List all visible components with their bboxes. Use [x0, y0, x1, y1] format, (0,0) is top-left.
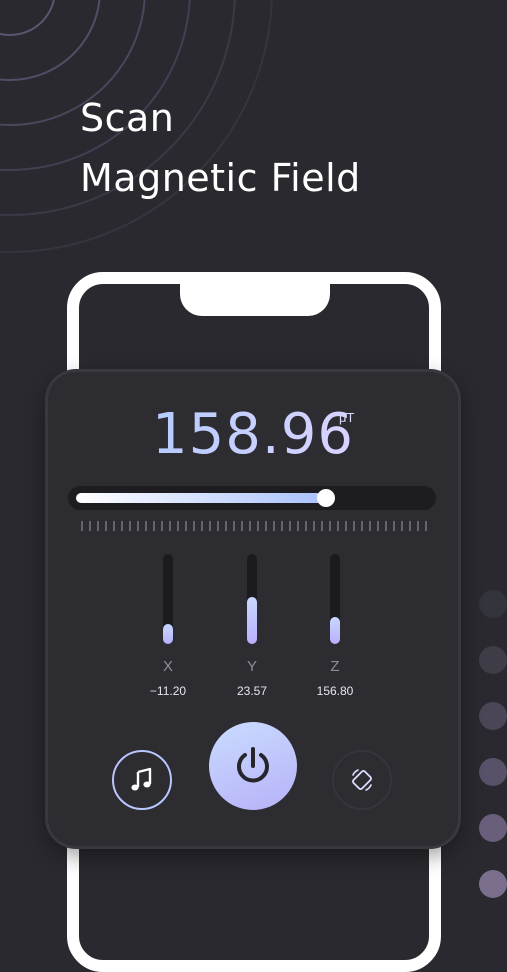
- axis-y-fill: [247, 597, 257, 644]
- dot: [479, 758, 507, 786]
- headline-line-1: Scan: [80, 96, 175, 140]
- dot: [479, 590, 507, 618]
- axis-y-bar: [247, 554, 257, 644]
- axis-x-label: X: [162, 658, 173, 675]
- rotate-screen-icon: [352, 769, 372, 791]
- phone-notch: [180, 272, 330, 316]
- scale-ticks: [81, 521, 427, 531]
- field-level-knob[interactable]: [317, 489, 335, 507]
- dot: [479, 870, 507, 898]
- axis-z-value: 156.80: [316, 684, 354, 698]
- field-level-fill: [76, 493, 326, 503]
- field-reading: 158.96 μT: [48, 402, 458, 467]
- axis-z-bar: [330, 554, 340, 644]
- axis-x-fill: [163, 624, 173, 644]
- decorative-dots: [467, 580, 507, 900]
- magnetometer-panel: 158.96 μT X Y Z −11.20 23.57 156.80: [48, 372, 458, 846]
- axis-x-value: −11.20: [149, 684, 187, 698]
- axis-z-fill: [330, 617, 340, 644]
- headline-line-2: Magnetic Field: [80, 156, 361, 200]
- field-level-slider[interactable]: [68, 486, 436, 510]
- dot: [479, 646, 507, 674]
- dot: [479, 702, 507, 730]
- dot: [479, 814, 507, 842]
- axis-x-bar: [163, 554, 173, 644]
- axis-y-value: 23.57: [236, 684, 268, 698]
- power-icon: [237, 747, 269, 783]
- music-note-icon: [131, 767, 152, 791]
- power-button[interactable]: [209, 722, 297, 810]
- axis-z-label: Z: [330, 658, 340, 675]
- field-strength-value: 158.96: [152, 402, 354, 467]
- sound-toggle-button[interactable]: [112, 750, 172, 810]
- rotate-screen-button[interactable]: [332, 750, 392, 810]
- headline: Scan Magnetic Field: [80, 88, 361, 208]
- axis-y-label: Y: [246, 658, 257, 675]
- field-strength-unit: μT: [339, 410, 355, 425]
